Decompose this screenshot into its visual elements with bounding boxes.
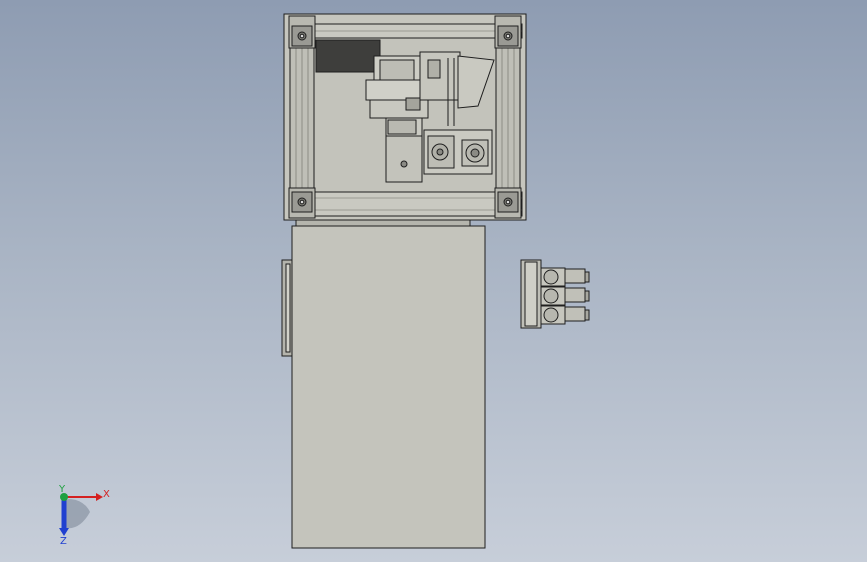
cabinet-top-lip xyxy=(295,219,471,227)
triad-z-arrow xyxy=(59,528,69,536)
solenoid-valve-1[interactable] xyxy=(540,267,590,287)
triad-z-label: Z xyxy=(60,536,67,547)
cad-viewport[interactable]: X Y Z xyxy=(0,0,867,562)
electrical-cabinet[interactable] xyxy=(281,219,486,549)
solenoid-valve-2[interactable] xyxy=(540,286,590,306)
corner-bracket-bottom-left xyxy=(288,187,316,219)
solenoid-valve-3[interactable] xyxy=(540,305,590,325)
stepper-motor-dark-block[interactable] xyxy=(315,39,381,73)
corner-bracket-top-right xyxy=(494,15,522,49)
triad-y-label: Y xyxy=(58,484,66,495)
triad-x-label: X xyxy=(103,489,110,500)
gripper-cylinder-assembly[interactable] xyxy=(423,129,493,175)
triad-x-arrow xyxy=(96,493,103,501)
cabinet-body xyxy=(291,225,486,549)
orientation-triad[interactable]: X Y Z xyxy=(58,484,110,547)
valve-manifold[interactable] xyxy=(520,259,590,329)
frame-bottom-rail xyxy=(289,191,523,217)
aluminum-frame-assembly[interactable] xyxy=(283,13,527,221)
module-bolt xyxy=(400,160,408,168)
triad-rotation-arc xyxy=(64,499,90,529)
cabinet-door-handle[interactable] xyxy=(281,259,293,357)
corner-bracket-top-left xyxy=(288,15,316,49)
corner-bracket-bottom-right xyxy=(494,187,522,219)
